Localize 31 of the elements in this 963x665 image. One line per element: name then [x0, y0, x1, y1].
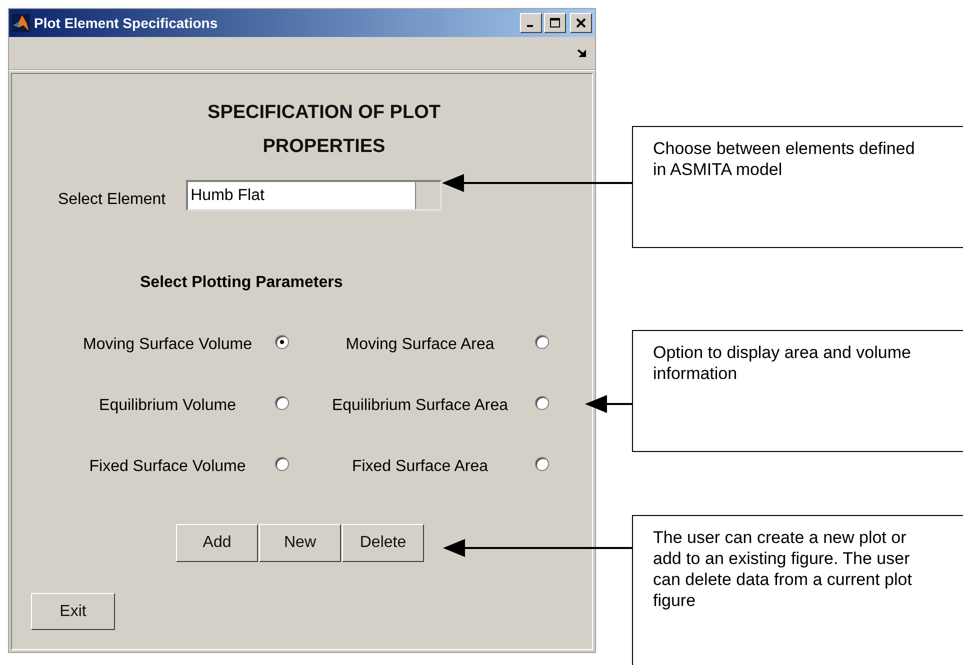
maximize-icon[interactable] [549, 18, 561, 28]
callout-text: Option to display area and volume information [653, 342, 912, 384]
parameter-label: Fixed Surface Volume [88, 458, 247, 476]
callout-text: The user can create a new plot or add to an existing figure. The user can delete data from a current plot figure [653, 527, 913, 611]
action-button[interactable]: Delete [342, 524, 424, 562]
callout-text: Choose between elements defined in ASMITA model [653, 138, 916, 180]
parameter-label: Equilibrium Volume [98, 397, 237, 415]
exit-button[interactable]: Exit [31, 593, 115, 630]
radio-button[interactable] [275, 335, 289, 349]
close-icon[interactable] [575, 18, 587, 28]
parameter-label: Moving Surface Area [344, 336, 496, 354]
dock-arrow-icon[interactable] [577, 48, 587, 58]
dialog-heading: SPECIFICATION OF PLOT PROPERTIES [206, 101, 442, 159]
radio-button[interactable] [275, 396, 289, 410]
action-button[interactable]: Add [176, 524, 258, 562]
radio-button[interactable] [535, 396, 549, 410]
minimize-button[interactable] [520, 13, 542, 33]
parameter-label: Moving Surface Volume [82, 336, 253, 354]
select-element-label: Select Element [58, 190, 166, 208]
maximize-button[interactable] [544, 13, 566, 33]
close-button[interactable] [570, 13, 592, 33]
action-button[interactable]: New [259, 524, 341, 562]
radio-button[interactable] [535, 457, 549, 471]
window-title: Plot Element Specifications [34, 15, 219, 31]
parameters-heading: Select Plotting Parameters [140, 274, 344, 292]
parameter-label: Fixed Surface Area [350, 458, 490, 476]
element-dropdown[interactable]: Humb Flat [186, 180, 442, 211]
radio-button[interactable] [535, 335, 549, 349]
radio-button[interactable] [275, 457, 289, 471]
parameter-label: Equilibrium Surface Area [330, 397, 510, 415]
app-logo-icon [12, 14, 30, 32]
